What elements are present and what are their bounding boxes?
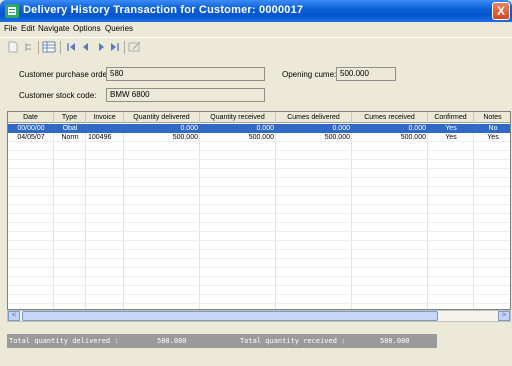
cell-qty-delivered: 500.000 — [172, 134, 198, 141]
cell-cumes-delivered: 0.000 — [332, 125, 350, 132]
row-divider — [8, 267, 510, 268]
prev-icon[interactable] — [79, 41, 93, 53]
table-row[interactable]: 04/05/07 Norm 100496 500.000 500.000 500… — [8, 133, 510, 142]
column-divider — [85, 123, 86, 309]
menu-edit[interactable]: Edit — [21, 24, 35, 33]
toolbar-separator — [60, 41, 61, 54]
cell-confirmed: Yes — [445, 134, 457, 141]
app-icon — [5, 4, 19, 18]
row-divider — [8, 231, 510, 232]
col-qty-received[interactable]: Quantity received — [200, 112, 276, 123]
cell-type: Obal — [62, 125, 78, 132]
grid-header: Date Type Invoice Quantity delivered Qua… — [8, 112, 510, 123]
cell-notes: Yes — [487, 134, 499, 141]
grid-icon[interactable] — [42, 41, 56, 53]
total-delivered-value: 500.000 — [157, 337, 187, 345]
scroll-left-button[interactable]: < — [8, 311, 20, 321]
tree-icon[interactable] — [22, 41, 36, 53]
customer-po-label: Customer purchase order: — [19, 70, 112, 79]
column-divider — [53, 123, 54, 309]
col-qty-delivered[interactable]: Quantity delivered — [124, 112, 200, 123]
cell-date: 04/05/07 — [17, 134, 45, 141]
column-divider — [473, 123, 474, 309]
customer-stock-label: Customer stock code: — [19, 91, 97, 100]
cell-type: Norm — [61, 134, 79, 141]
toolbar — [0, 37, 512, 56]
last-icon[interactable] — [108, 41, 122, 53]
column-divider — [123, 123, 124, 309]
row-divider — [8, 168, 510, 169]
edit-icon[interactable] — [128, 41, 142, 53]
window-title: Delivery History Transaction for Custome… — [23, 4, 304, 16]
cell-cumes-delivered: 500.000 — [324, 134, 350, 141]
cell-confirmed: Yes — [445, 125, 457, 132]
row-divider — [8, 186, 510, 187]
cell-date: 00/00/00 — [17, 125, 45, 132]
toolbar-separator — [38, 41, 39, 54]
column-divider — [427, 123, 428, 309]
customer-po-field[interactable]: 580 — [106, 67, 265, 81]
row-divider — [8, 150, 510, 151]
col-notes[interactable]: Notes — [474, 112, 510, 123]
header-form: Customer purchase order: 580 Opening cum… — [0, 57, 512, 109]
col-date[interactable]: Date — [8, 112, 54, 123]
row-divider — [8, 258, 510, 259]
menu-options[interactable]: Options — [73, 24, 101, 33]
cell-qty-received: 500.000 — [248, 134, 274, 141]
col-cumes-delivered[interactable]: Cumes delivered — [276, 112, 352, 123]
delivery-grid[interactable]: Date Type Invoice Quantity delivered Qua… — [7, 111, 511, 310]
customer-stock-field[interactable]: BMW 6800 — [106, 88, 265, 102]
cell-notes: No — [488, 125, 498, 132]
row-divider — [8, 249, 510, 250]
row-divider — [8, 159, 510, 160]
menu-navigate[interactable]: Navigate — [38, 24, 70, 33]
cell-cumes-received: 500.000 — [400, 134, 426, 141]
menu-bar: File Edit Navigate Options Queries — [0, 22, 512, 36]
cell-qty-delivered: 0.000 — [180, 125, 198, 132]
row-divider — [8, 195, 510, 196]
horizontal-scrollbar[interactable]: < > — [7, 310, 511, 322]
row-divider — [8, 222, 510, 223]
cell-cumes-received: 0.000 — [408, 125, 426, 132]
new-icon[interactable] — [6, 41, 20, 53]
column-divider — [275, 123, 276, 309]
total-received-value: 500.000 — [380, 337, 410, 345]
next-icon[interactable] — [94, 41, 108, 53]
row-divider — [8, 303, 510, 304]
row-divider — [8, 177, 510, 178]
col-cumes-received[interactable]: Cumes received — [352, 112, 428, 123]
row-divider — [8, 240, 510, 241]
row-divider — [8, 294, 510, 295]
row-divider — [8, 285, 510, 286]
total-received-label: Total quantity received : — [240, 337, 346, 345]
toolbar-separator — [124, 41, 125, 54]
total-delivered-label: Total quantity delivered : — [9, 337, 119, 345]
menu-queries[interactable]: Queries — [105, 24, 133, 33]
cell-invoice: 100496 — [88, 134, 112, 141]
scroll-thumb[interactable] — [22, 311, 438, 321]
scroll-right-button[interactable]: > — [498, 311, 510, 321]
first-icon[interactable] — [64, 41, 78, 53]
totals-bar: Total quantity delivered : 500.000 Total… — [7, 334, 437, 348]
column-divider — [351, 123, 352, 309]
col-type[interactable]: Type — [54, 112, 86, 123]
opening-cume-label: Opening cume: — [282, 70, 337, 79]
cell-qty-received: 0.000 — [256, 125, 274, 132]
col-confirmed[interactable]: Confirmed — [428, 112, 474, 123]
col-invoice[interactable]: Invoice — [86, 112, 124, 123]
row-divider — [8, 213, 510, 214]
close-button[interactable]: X — [492, 2, 510, 20]
column-divider — [199, 123, 200, 309]
cell-invoice — [86, 124, 124, 133]
opening-cume-field[interactable]: 500.000 — [336, 67, 396, 81]
menu-file[interactable]: File — [4, 24, 17, 33]
title-bar: Delivery History Transaction for Custome… — [0, 0, 512, 22]
row-divider — [8, 204, 510, 205]
table-row[interactable]: 00/00/00 Obal 0.000 0.000 0.000 0.000 Ye… — [8, 124, 510, 133]
row-divider — [8, 276, 510, 277]
